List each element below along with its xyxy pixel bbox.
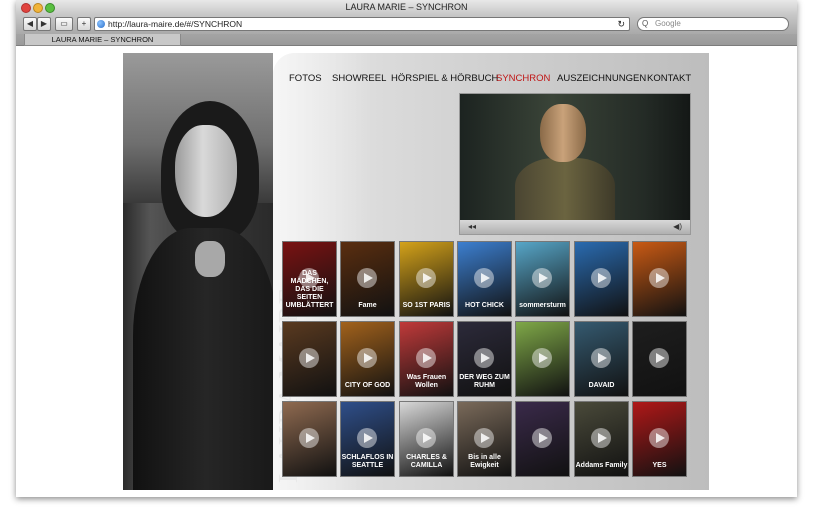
play-icon[interactable]: [416, 428, 436, 448]
poster-title: DER WEG ZUM RUHM: [459, 374, 510, 389]
play-icon[interactable]: [649, 428, 669, 448]
url-field[interactable]: http://laura-maire.de/#/SYNCHRON ↻: [94, 17, 630, 31]
play-icon[interactable]: [299, 348, 319, 368]
nav-kontakt[interactable]: KONTAKT: [647, 73, 691, 84]
movie-poster[interactable]: SO 1ST PARIS: [399, 241, 454, 317]
title-bar: LAURA MARIE – SYNCHRON: [16, 0, 797, 14]
bookmarks-icon[interactable]: ▭: [55, 17, 73, 31]
tab-active[interactable]: LAURA MARIE – SYNCHRON: [24, 34, 181, 46]
nav-auszeichnungen[interactable]: AUSZEICHNUNGEN: [557, 73, 646, 84]
movie-poster[interactable]: [282, 401, 337, 477]
website: LAURA MAIRE FOTOS SHOWREEL HÖRSPIEL & HÖ…: [123, 53, 709, 490]
play-icon[interactable]: [591, 268, 611, 288]
video-frame[interactable]: [460, 94, 690, 228]
play-icon[interactable]: [532, 428, 552, 448]
play-icon[interactable]: [357, 428, 377, 448]
play-icon[interactable]: [474, 268, 494, 288]
poster-title: SO 1ST PARIS: [402, 302, 451, 309]
movie-poster[interactable]: Was Frauen Wollen: [399, 321, 454, 397]
poster-title: SCHLAFLOS IN SEATTLE: [341, 454, 394, 469]
movie-poster[interactable]: CHARLES & CAMILLA: [399, 401, 454, 477]
play-icon[interactable]: [299, 268, 319, 288]
poster-title: CHARLES & CAMILLA: [406, 454, 447, 469]
movie-poster[interactable]: Addams Family: [574, 401, 629, 477]
poster-title: Addams Family: [575, 462, 628, 469]
reload-icon[interactable]: ↻: [617, 18, 625, 30]
movie-poster[interactable]: [574, 241, 629, 317]
search-input[interactable]: Q Google: [637, 17, 789, 31]
back-button[interactable]: ◀: [23, 17, 37, 31]
play-icon[interactable]: [416, 348, 436, 368]
poster-title: YES: [652, 462, 667, 469]
poster-title: Fame: [358, 302, 377, 309]
video-player[interactable]: ◂◂ ◀): [459, 93, 691, 235]
close-window-button[interactable]: [21, 3, 31, 13]
rewind-icon[interactable]: ◂◂: [468, 222, 476, 231]
volume-icon[interactable]: ◀): [673, 222, 682, 231]
vertical-artist-name: LAURA MAIRE: [243, 287, 303, 483]
nav-hoerspiel[interactable]: HÖRSPIEL & HÖRBUCH: [391, 73, 498, 84]
nav-fotos[interactable]: FOTOS: [289, 73, 322, 84]
movie-poster[interactable]: Bis in alle Ewigkeit: [457, 401, 512, 477]
globe-icon: [97, 20, 105, 28]
tab-bar: LAURA MARIE – SYNCHRON: [16, 34, 797, 46]
movie-poster[interactable]: HOT CHICK: [457, 241, 512, 317]
play-icon[interactable]: [591, 428, 611, 448]
play-icon[interactable]: [532, 268, 552, 288]
movie-poster[interactable]: [282, 321, 337, 397]
play-icon[interactable]: [474, 348, 494, 368]
browser-toolbar: ◀ ▶ ▭ + http://laura-maire.de/#/SYNCHRON…: [16, 14, 797, 34]
play-icon[interactable]: [357, 348, 377, 368]
zoom-window-button[interactable]: [45, 3, 55, 13]
movie-poster[interactable]: [632, 321, 687, 397]
poster-title: sommersturm: [519, 302, 566, 309]
movie-poster[interactable]: DAS MÄDCHEN, DAS DIE SEITEN UMBLÄTTERT: [282, 241, 337, 317]
movie-poster[interactable]: Fame: [340, 241, 395, 317]
forward-button[interactable]: ▶: [37, 17, 51, 31]
movie-poster[interactable]: YES: [632, 401, 687, 477]
play-icon[interactable]: [357, 268, 377, 288]
nav-synchron[interactable]: SYNCHRON: [496, 73, 550, 84]
play-icon[interactable]: [416, 268, 436, 288]
play-icon[interactable]: [532, 348, 552, 368]
search-icon: Q: [642, 19, 649, 28]
play-icon[interactable]: [649, 348, 669, 368]
search-placeholder: Google: [655, 19, 681, 28]
movie-poster[interactable]: sommersturm: [515, 241, 570, 317]
movie-poster[interactable]: CITY OF GOD: [340, 321, 395, 397]
minimize-window-button[interactable]: [33, 3, 43, 13]
movie-poster[interactable]: DER WEG ZUM RUHM: [457, 321, 512, 397]
poster-title: Bis in alle Ewigkeit: [468, 454, 501, 469]
movie-poster[interactable]: [515, 401, 570, 477]
window-title: LAURA MARIE – SYNCHRON: [345, 2, 468, 12]
play-icon[interactable]: [591, 348, 611, 368]
movie-poster[interactable]: [632, 241, 687, 317]
poster-title: DAVAID: [588, 382, 615, 389]
nav-showreel[interactable]: SHOWREEL: [332, 73, 386, 84]
video-controls: ◂◂ ◀): [460, 220, 690, 234]
movie-poster[interactable]: DAVAID: [574, 321, 629, 397]
poster-title: CITY OF GOD: [344, 382, 391, 389]
poster-title: Was Frauen Wollen: [406, 374, 447, 389]
url-text: http://laura-maire.de/#/SYNCHRON: [108, 19, 243, 29]
add-bookmark-button[interactable]: +: [77, 17, 91, 31]
play-icon[interactable]: [299, 428, 319, 448]
play-icon[interactable]: [649, 268, 669, 288]
movie-poster[interactable]: SCHLAFLOS IN SEATTLE: [340, 401, 395, 477]
movie-poster[interactable]: [515, 321, 570, 397]
poster-title: HOT CHICK: [465, 302, 504, 309]
play-icon[interactable]: [474, 428, 494, 448]
